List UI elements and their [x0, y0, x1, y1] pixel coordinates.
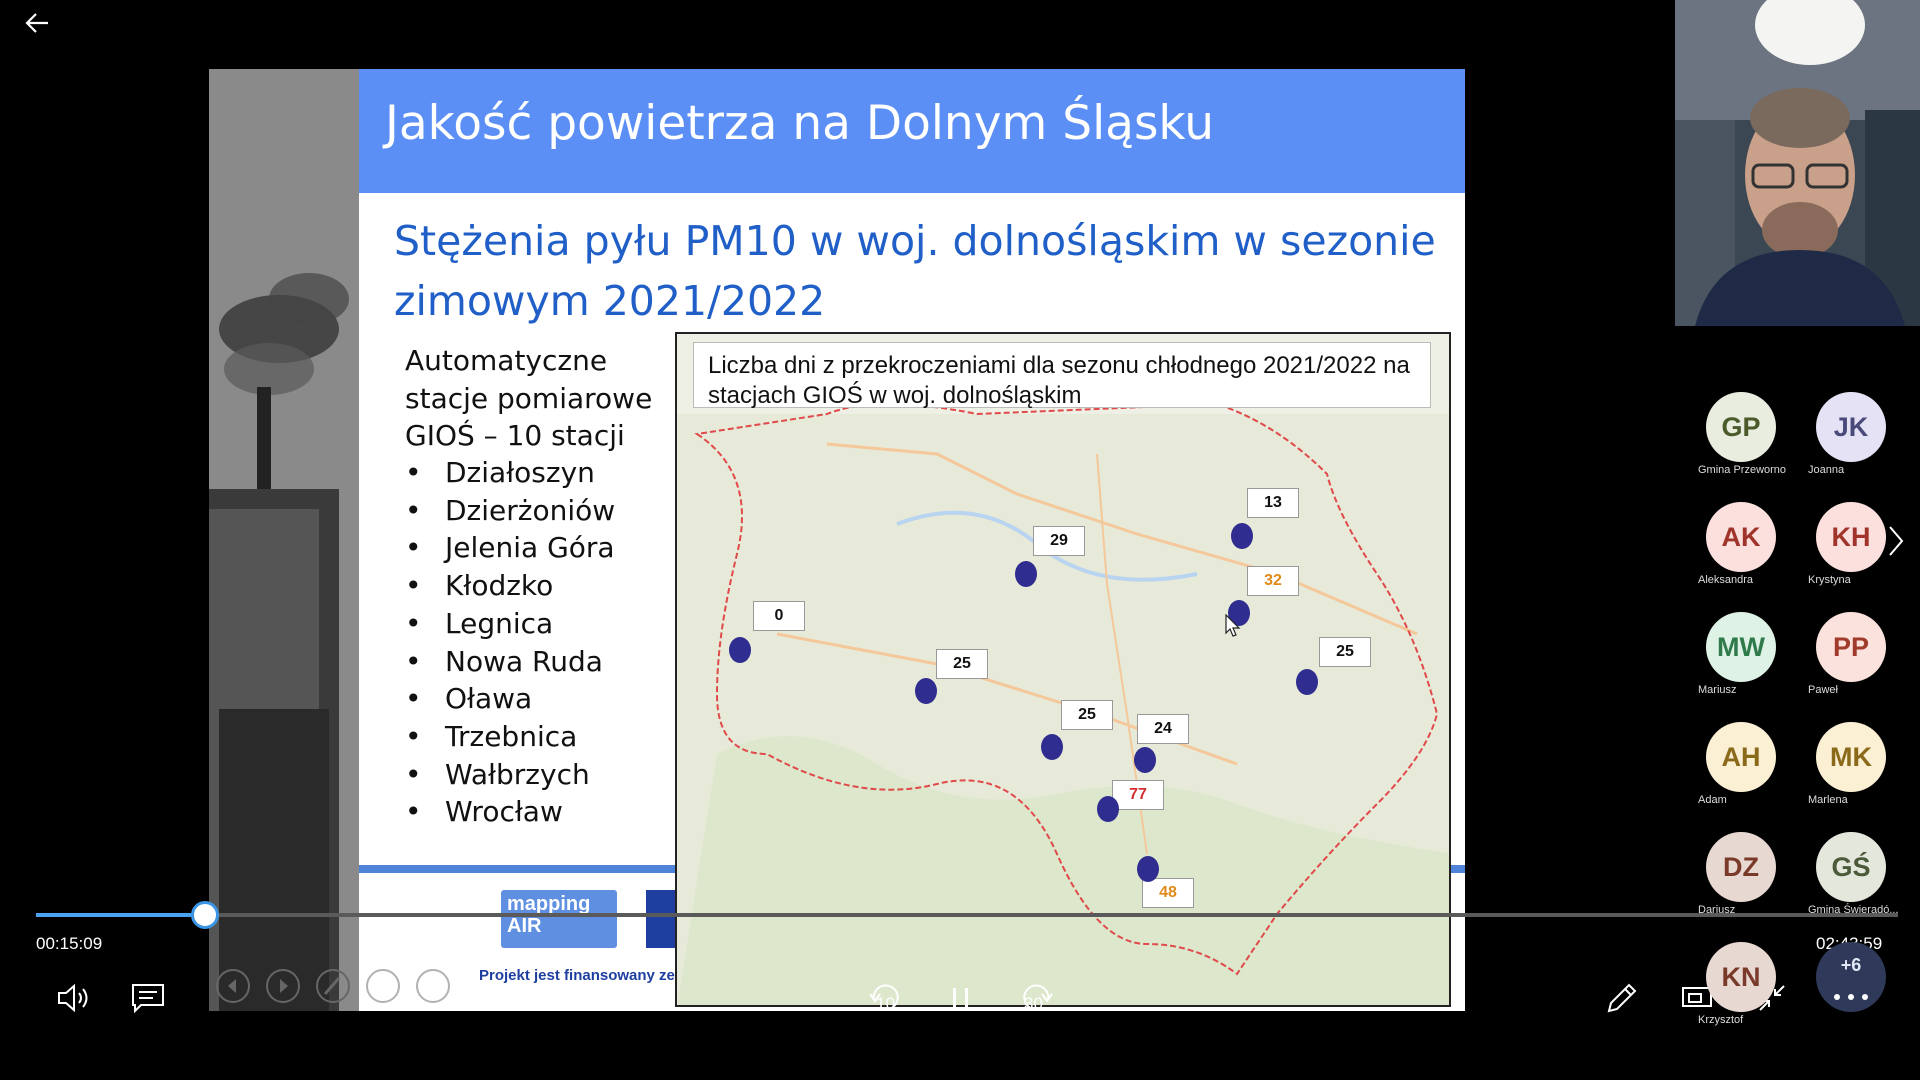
station-list-item: • Nowa Ruda: [405, 644, 603, 678]
captions-icon[interactable]: [131, 983, 165, 1013]
skip-forward-seconds: 30: [1024, 994, 1043, 1013]
participant-name: Krystyna: [1808, 574, 1851, 586]
chimney-photo: [209, 69, 359, 1011]
station-list-item: • Trzebnica: [405, 719, 578, 753]
station-marker: [1097, 796, 1119, 822]
participant-avatar[interactable]: KN: [1706, 942, 1776, 1012]
station-value-label: 13: [1247, 488, 1299, 518]
current-time: 00:15:09: [36, 934, 103, 953]
participant-name: Mariusz: [1698, 684, 1737, 696]
participant-avatar[interactable]: DZ: [1706, 832, 1776, 902]
station-list-item: • Działoszyn: [405, 456, 595, 489]
participant-name: Gmina Świeradó...: [1808, 904, 1899, 916]
seek-bar-track[interactable]: [36, 913, 1898, 917]
pm10-map: Liczba dni z przekroczeniami dla sezonu …: [675, 332, 1451, 1007]
station-list-item: • Jelenia Góra: [405, 531, 615, 565]
station-value-label: 25: [1319, 637, 1371, 667]
chevron-right-icon[interactable]: [1886, 524, 1906, 558]
station-list-item: • Kłodzko: [405, 569, 554, 603]
slide-toolbar[interactable]: [213, 969, 473, 1003]
video-player: Jakość powietrza na Dolnym Śląsku Stężen…: [0, 0, 1920, 1080]
participant-avatar[interactable]: AK: [1706, 502, 1776, 572]
station-value-label: 25: [1061, 700, 1113, 730]
participant-avatar[interactable]: KH: [1816, 502, 1886, 572]
station-marker: [1041, 734, 1063, 760]
station-list-item: • Dzierżoniów: [405, 493, 616, 527]
station-list-item: • Oława: [405, 682, 533, 716]
participant-avatar[interactable]: GŚ: [1816, 832, 1886, 902]
station-value-label: 29: [1033, 526, 1085, 556]
participant-avatar[interactable]: MK: [1816, 722, 1886, 792]
back-arrow-icon[interactable]: [22, 8, 52, 38]
slide-subtitle: Stężenia pyłu PM10 w woj. dolnośląskim w…: [394, 217, 1436, 325]
station-marker: [1134, 747, 1156, 773]
ellipsis-icon: [1834, 994, 1868, 1000]
station-marker: [915, 678, 937, 704]
pen-icon[interactable]: [1605, 981, 1639, 1015]
slide-title: Jakość powietrza na Dolnym Śląsku: [385, 96, 1214, 151]
speaker-icon[interactable]: [56, 982, 92, 1014]
station-marker: [1296, 669, 1318, 695]
more-participants-count: +6: [1840, 955, 1862, 975]
mouse-cursor-icon: [1225, 614, 1241, 637]
station-list-item: • Wałbrzych: [405, 757, 590, 791]
station-marker: [729, 637, 751, 663]
station-value-label: 25: [936, 649, 988, 679]
stations-intro: Automatyczne stacje pomiarowe GIOŚ – 10 …: [405, 344, 653, 452]
station-list-item: • Wrocław: [405, 795, 563, 829]
station-value-label: 0: [753, 601, 805, 631]
participant-name: Krzysztof: [1698, 1014, 1744, 1026]
map-caption: Liczba dni z przekroczeniami dla sezonu …: [693, 342, 1431, 409]
participant-avatar[interactable]: JK: [1816, 392, 1886, 462]
station-list-item: • Legnica: [405, 606, 554, 640]
station-value-label: 77: [1112, 780, 1164, 810]
skip-back-seconds: 10: [876, 994, 895, 1013]
participant-avatar[interactable]: GP: [1706, 392, 1776, 462]
participant-avatar[interactable]: MW: [1706, 612, 1776, 682]
pause-icon[interactable]: [950, 986, 972, 1012]
station-list: • Działoszyn • Dzierżoniów • Jelenia Góra •…: [405, 454, 615, 831]
participant-avatar[interactable]: AH: [1706, 722, 1776, 792]
participant-name: Paweł: [1808, 684, 1838, 696]
map-background: [677, 334, 1449, 1005]
participant-avatar[interactable]: PP: [1816, 612, 1886, 682]
participant-name: Aleksandra: [1698, 574, 1754, 586]
station-marker: [1137, 856, 1159, 882]
participant-name: Marlena: [1808, 794, 1848, 806]
seek-bar-fill: [36, 913, 206, 917]
station-value-label: 32: [1247, 566, 1299, 596]
participant-name: Adam: [1698, 794, 1727, 806]
station-marker: [1015, 561, 1037, 587]
eu-flag-logo: [646, 890, 676, 948]
station-marker: [1231, 523, 1253, 549]
participant-name: Joanna: [1808, 464, 1845, 476]
participant-name: Gmina Przeworno: [1698, 464, 1787, 476]
speaker-webcam-video: [1675, 0, 1920, 326]
participant-name: Dariusz: [1698, 904, 1736, 916]
funding-text: Projekt jest finansowany ze: [479, 967, 675, 984]
station-value-label: 24: [1137, 714, 1189, 744]
station-value-label: 48: [1142, 878, 1194, 908]
